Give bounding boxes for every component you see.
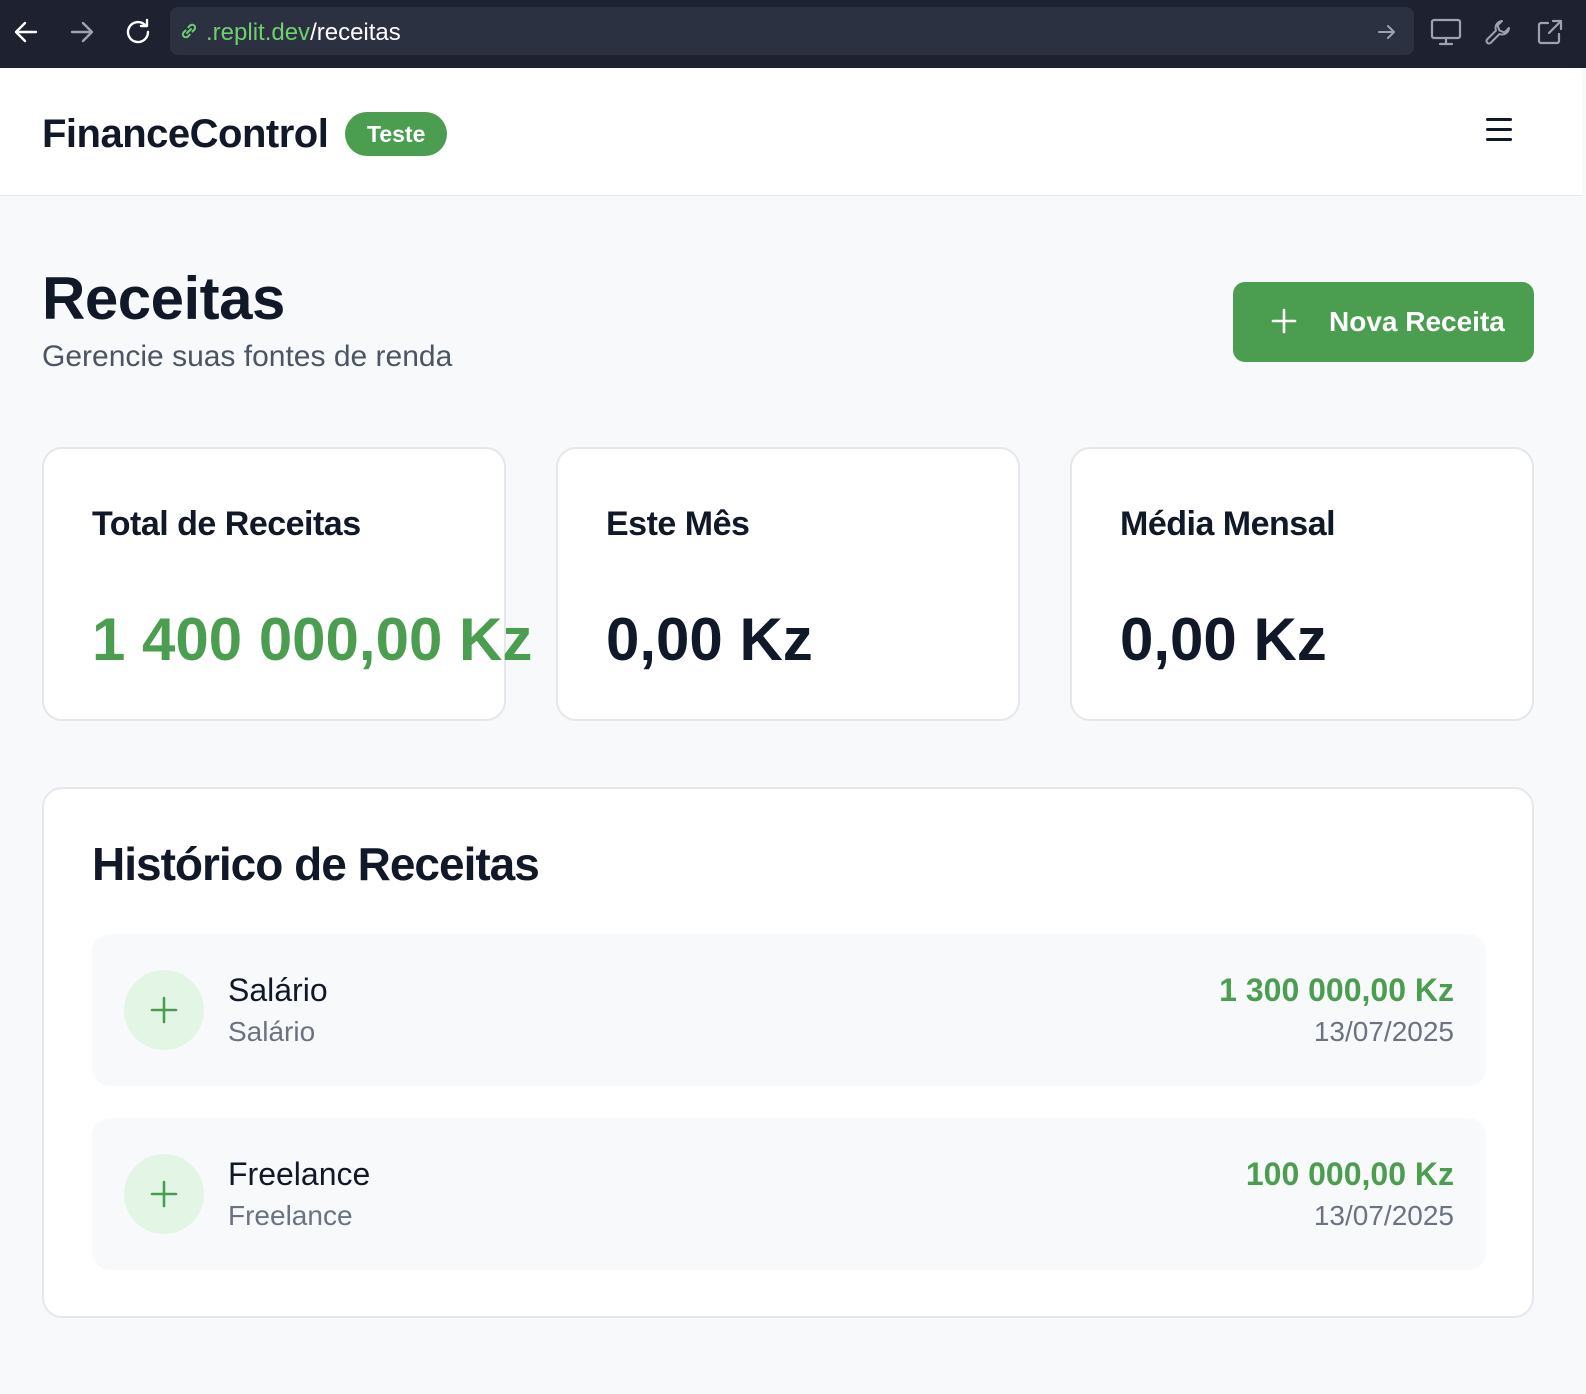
url-text: .replit.dev/receitas [206,19,401,47]
address-bar[interactable]: .replit.dev/receitas [170,7,1414,55]
income-amount: 100 000,00 Kz [1245,1156,1454,1192]
new-income-button-label: Nova Receita [1329,306,1505,337]
income-list-item[interactable]: Salário Salário 1 300 000,00 Kz 13/07/20… [92,934,1486,1086]
app-header: FinanceControl Teste [0,68,1582,196]
stat-label: Total de Receitas [92,505,361,543]
income-list-item[interactable]: Freelance Freelance 100 000,00 Kz 13/07/… [92,1118,1486,1270]
environment-badge: Teste [345,112,448,156]
income-plus-icon [124,1154,204,1234]
link-icon [178,20,200,47]
stat-value: 0,00 Kz [1120,606,1327,673]
stat-label: Média Mensal [1120,505,1336,543]
external-link-icon[interactable] [1532,14,1568,50]
forward-arrow-icon[interactable] [66,14,98,50]
plus-icon [1269,306,1299,341]
income-amount: 1 300 000,00 Kz [1219,972,1454,1008]
income-plus-icon [124,970,204,1050]
stat-card-total: Total de Receitas 1 400 000,00 Kz [42,447,532,721]
income-name: Freelance [228,1156,371,1192]
monitor-icon[interactable] [1428,14,1464,50]
url-path: /receitas [310,19,401,46]
income-date: 13/07/2025 [1313,1200,1454,1231]
page-title: Receitas [42,265,285,332]
browser-toolbar: .replit.dev/receitas [0,0,1586,68]
brand-logo[interactable]: FinanceControl [42,112,329,157]
stat-label: Este Mês [606,505,750,543]
history-title: Histórico de Receitas [92,838,540,890]
page-subtitle: Gerencie suas fontes de renda [42,340,453,373]
go-arrow-icon[interactable] [1376,21,1398,48]
stat-card-this-month: Este Mês 0,00 Kz [556,447,1020,721]
stat-value: 1 400 000,00 Kz [92,606,533,673]
income-history-card: Histórico de Receitas Salário Salário 1 … [42,787,1534,1318]
back-arrow-icon[interactable] [10,14,42,50]
new-income-button[interactable]: Nova Receita [1233,282,1534,362]
income-category: Salário [228,1016,316,1047]
income-category: Freelance [228,1200,353,1231]
reload-icon[interactable] [122,14,154,50]
income-date: 13/07/2025 [1313,1016,1454,1047]
stat-value: 0,00 Kz [606,606,813,673]
stat-card-monthly-average: Média Mensal 0,00 Kz [1070,447,1534,721]
hamburger-menu-icon[interactable] [1486,118,1518,146]
wrench-icon[interactable] [1480,14,1516,50]
url-domain: .replit.dev [206,19,311,46]
income-name: Salário [228,972,328,1008]
